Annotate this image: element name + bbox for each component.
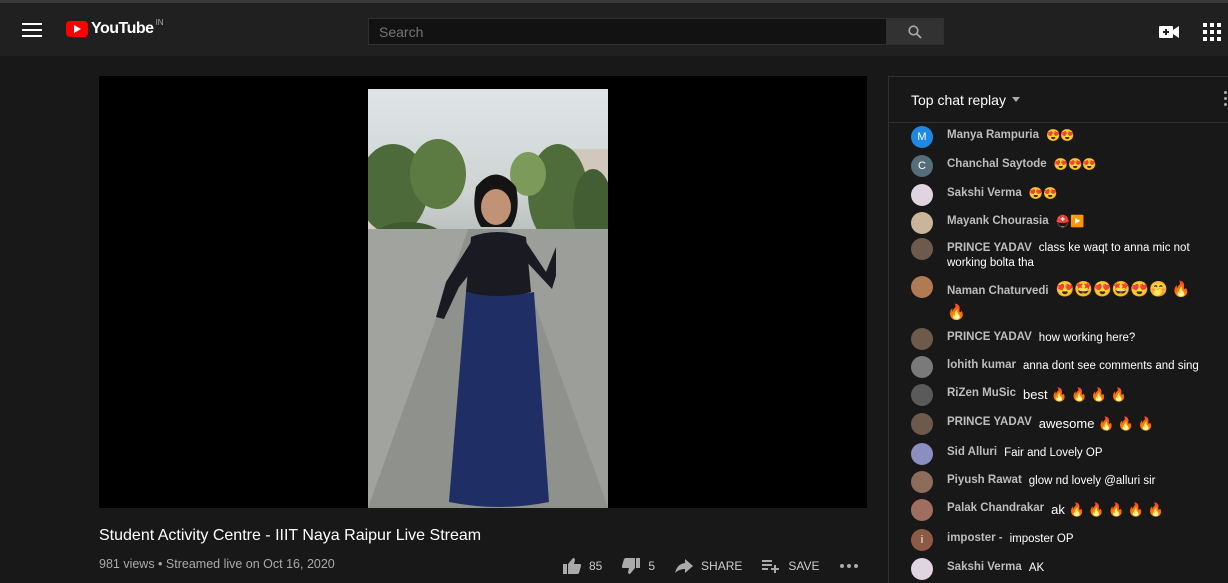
chat-more-icon[interactable]: [1224, 91, 1228, 109]
avatar[interactable]: [911, 212, 933, 234]
dislike-count: 5: [648, 559, 656, 573]
chat-author[interactable]: imposter -: [947, 532, 1003, 544]
chat-text: imposter OP: [1009, 533, 1074, 545]
avatar[interactable]: C: [911, 155, 933, 177]
avatar[interactable]: [911, 356, 933, 378]
chat-message: M Manya Rampuria 😍😍: [911, 126, 1211, 148]
chat-text-wrap: Naman Chaturvedi 😍🤩😍🤩😍🤭 🔥 🔥: [947, 279, 1211, 325]
chat-author[interactable]: Mayank Chourasia: [947, 215, 1049, 227]
chat-text: awesome 🔥 🔥 🔥: [1038, 416, 1154, 431]
chat-message: RiZen MuSic best 🔥 🔥 🔥 🔥: [911, 384, 1211, 406]
more-actions-button[interactable]: [839, 564, 866, 568]
live-chat-panel: Top chat replay M Manya Rampuria 😍😍 C Ch…: [888, 76, 1228, 583]
chat-message: PRINCE YADAV how working here?: [911, 328, 1211, 350]
chat-author[interactable]: PRINCE YADAV: [947, 416, 1032, 428]
chat-message: PRINCE YADAV class ke waqt to anna mic no…: [911, 238, 1211, 271]
chat-message: Sakshi Verma AK: [911, 558, 1211, 580]
chat-author[interactable]: Piyush Rawat: [947, 474, 1022, 486]
chat-author[interactable]: lohith kumar: [947, 359, 1016, 371]
save-button[interactable]: SAVE: [762, 559, 820, 573]
video-player[interactable]: [99, 76, 867, 508]
chat-mode-label: Top chat replay: [911, 91, 1006, 108]
chat-message: Palak Chandrakar ak 🔥 🔥 🔥 🔥 🔥: [911, 499, 1211, 521]
chat-author[interactable]: Manya Rampuria: [947, 129, 1039, 141]
avatar[interactable]: [911, 238, 933, 260]
youtube-logo[interactable]: YouTube IN: [66, 17, 164, 38]
avatar[interactable]: [911, 276, 933, 298]
video-actions: 85 5 SHARE SAVE: [563, 558, 886, 574]
avatar[interactable]: i: [911, 529, 933, 551]
chat-message: Mayank Chourasia ⛑️▶️: [911, 212, 1211, 234]
playlist-add-icon: [762, 560, 780, 573]
logo-text: YouTube: [91, 20, 154, 37]
avatar[interactable]: M: [911, 126, 933, 148]
chat-text: anna dont see comments and sing: [1023, 360, 1199, 372]
search-button[interactable]: [886, 18, 944, 45]
chat-author[interactable]: Naman Chaturvedi: [947, 285, 1049, 297]
chat-author[interactable]: RiZen MuSic: [947, 387, 1016, 399]
search-icon: [908, 24, 922, 39]
logo-region: IN: [155, 17, 164, 27]
chat-text: glow nd lovely @alluri sir: [1028, 475, 1156, 487]
hamburger-menu-icon[interactable]: [22, 23, 42, 37]
chat-message: C Chanchal Saytode 😍😍😍: [911, 155, 1211, 177]
video-title: Student Activity Centre - IIIT Naya Raip…: [99, 527, 482, 544]
share-button[interactable]: SHARE: [675, 559, 742, 573]
youtube-play-icon: [66, 21, 88, 37]
avatar[interactable]: [911, 184, 933, 206]
chat-author[interactable]: Sakshi Verma: [947, 187, 1022, 199]
chat-text: 😍😍😍: [1053, 159, 1097, 171]
avatar[interactable]: [911, 558, 933, 580]
avatar[interactable]: [911, 443, 933, 465]
chat-author[interactable]: Sakshi Verma: [947, 561, 1022, 573]
chat-text-wrap: PRINCE YADAV class ke waqt to anna mic no…: [947, 241, 1211, 271]
apps-grid-icon[interactable]: [1203, 23, 1221, 41]
chat-author[interactable]: Chanchal Saytode: [947, 158, 1047, 170]
dropdown-caret-icon: [1011, 97, 1020, 102]
chat-author[interactable]: Sid Alluri: [947, 446, 997, 458]
chat-header[interactable]: Top chat replay: [889, 77, 1228, 123]
chat-author[interactable]: PRINCE YADAV: [947, 242, 1032, 254]
video-meta: 981 views • Streamed live on Oct 16, 202…: [99, 557, 335, 571]
chat-text: 😍😍: [1028, 188, 1058, 200]
chat-text: ak 🔥 🔥 🔥 🔥 🔥: [1051, 502, 1164, 517]
chat-text: how working here?: [1038, 332, 1136, 344]
chat-text: AK: [1028, 562, 1045, 574]
share-icon: [675, 559, 694, 573]
dislike-button[interactable]: 5: [622, 558, 655, 574]
video-person: [436, 174, 556, 507]
avatar[interactable]: [911, 384, 933, 406]
like-count: 85: [589, 559, 603, 573]
thumbs-up-icon: [563, 558, 581, 574]
chat-text: ⛑️▶️: [1055, 216, 1085, 228]
chat-message: lohith kumar anna dont see comments and …: [911, 356, 1211, 378]
chat-author[interactable]: Palak Chandrakar: [947, 502, 1044, 514]
avatar[interactable]: [911, 471, 933, 493]
like-button[interactable]: 85: [563, 558, 602, 574]
video-frame: [368, 89, 608, 508]
more-horizontal-icon: [839, 564, 858, 568]
avatar[interactable]: [911, 413, 933, 435]
search-input[interactable]: [368, 18, 887, 45]
avatar[interactable]: [911, 328, 933, 350]
chat-message: Piyush Rawat glow nd lovely @alluri sir: [911, 471, 1211, 493]
chat-message: PRINCE YADAV awesome 🔥 🔥 🔥: [911, 413, 1211, 435]
chat-text: 😍😍: [1046, 130, 1075, 142]
top-bar: YouTube IN: [0, 0, 1228, 56]
chat-message: Sakshi Verma 😍😍: [911, 184, 1211, 206]
thumbs-down-icon: [622, 558, 641, 574]
chat-message: Naman Chaturvedi 😍🤩😍🤩😍🤭 🔥 🔥: [911, 276, 1211, 325]
save-label: SAVE: [788, 559, 820, 573]
create-video-icon[interactable]: [1159, 25, 1179, 39]
chat-author[interactable]: PRINCE YADAV: [947, 331, 1032, 343]
avatar[interactable]: [911, 499, 933, 521]
chat-message: Sid Alluri Fair and Lovely OP: [911, 443, 1211, 465]
share-label: SHARE: [701, 559, 743, 573]
chat-message: i imposter - imposter OP: [911, 529, 1211, 551]
chat-text: best 🔥 🔥 🔥 🔥: [1023, 387, 1127, 402]
chat-text: Fair and Lovely OP: [1004, 447, 1103, 459]
